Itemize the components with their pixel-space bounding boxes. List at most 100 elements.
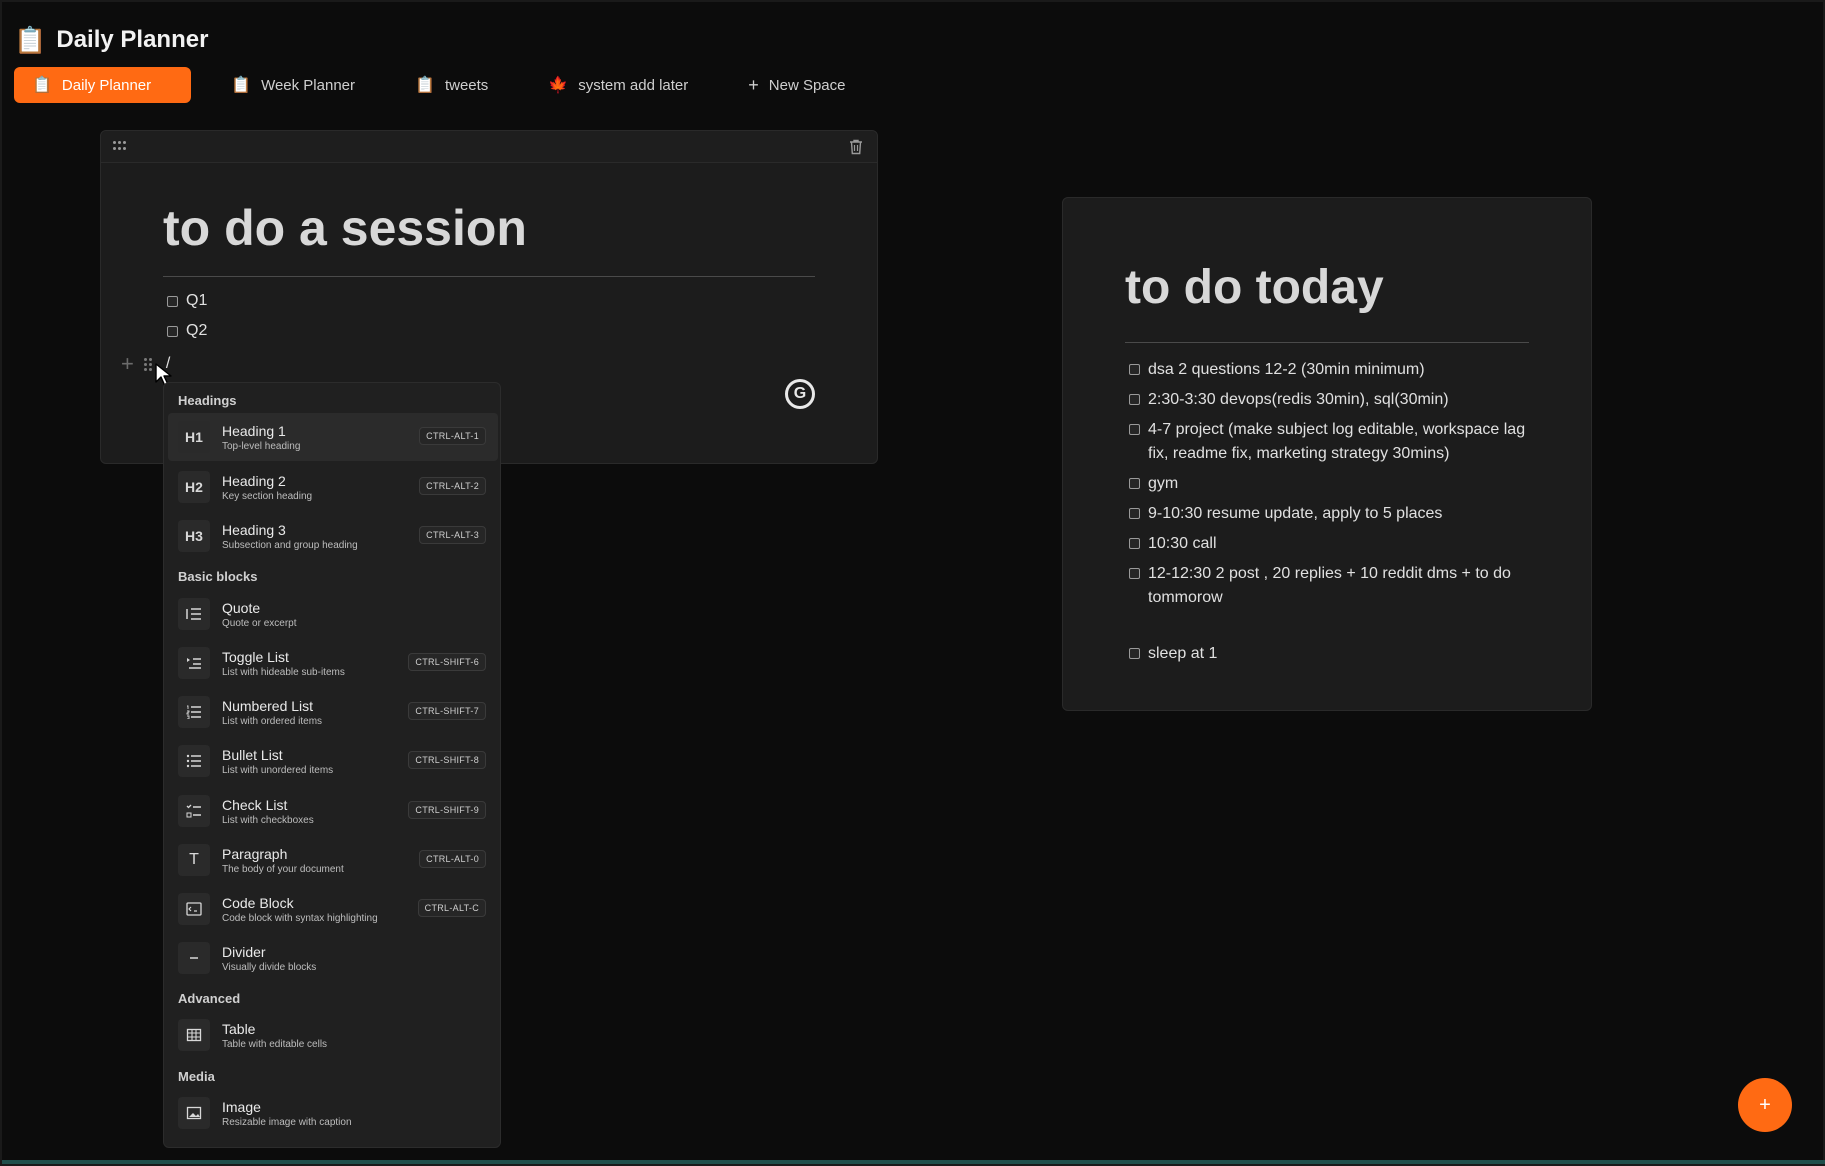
menu-item-name: Heading 3 <box>222 521 286 538</box>
tab-label: system add later <box>578 76 689 94</box>
menu-item-paragraph[interactable]: T Paragraph The body of your document CTR… <box>168 836 498 884</box>
checklist-item[interactable]: Q1 <box>167 292 207 310</box>
block-drag-icon[interactable] <box>143 357 152 371</box>
checklist-item[interactable]: dsa 2 questions 12-2 (30min minimum) <box>1129 358 1529 382</box>
new-space-button[interactable]: + New Space <box>728 67 865 103</box>
menu-item-bullet-list[interactable]: Bullet List List with unordered items CTR… <box>168 737 498 785</box>
today-card: to do today dsa 2 questions 12-2 (30min … <box>1062 197 1592 711</box>
page-title: Daily Planner <box>56 26 209 53</box>
menu-item-heading-2[interactable]: H2 Heading 2 Key section heading CTRL-ALT… <box>168 463 498 511</box>
menu-item-desc: Quote or excerpt <box>222 617 297 629</box>
paragraph-icon: T <box>178 844 210 876</box>
menu-item-desc: Key section heading <box>222 490 313 502</box>
tab-label: Daily Planner <box>61 76 152 94</box>
menu-item-numbered-list[interactable]: Numbered List List with ordered items CTR… <box>168 688 498 736</box>
add-widget-button[interactable]: + <box>1738 1078 1792 1132</box>
menu-section-title: Advanced <box>178 991 241 1006</box>
menu-item-check-list[interactable]: Check List List with checkboxes CTRL-SHIF… <box>168 787 498 835</box>
clipboard-icon: 📋 <box>415 77 435 94</box>
checkbox[interactable] <box>1129 648 1140 659</box>
menu-item-table[interactable]: Table Table with editable cells <box>168 1011 498 1059</box>
checklist-item-text: Q1 <box>186 292 208 309</box>
add-block-icon[interactable]: + <box>121 353 134 375</box>
checklist-item-text: 4-7 project (make subject log editable, … <box>1148 421 1526 462</box>
checkbox[interactable] <box>1129 394 1140 405</box>
menu-item-heading-3[interactable]: H3 Heading 3 Subsection and group heading… <box>168 512 498 560</box>
shortcut-badge: CTRL-ALT-3 <box>419 526 486 544</box>
checklist-item-text: 2:30-3:30 devops(redis 30min), sql(30min… <box>1148 391 1449 408</box>
checklist-item[interactable]: 12-12:30 2 post , 20 replies + 10 reddit… <box>1129 562 1529 610</box>
checkbox[interactable] <box>167 325 178 337</box>
menu-item-image[interactable]: Image Resizable image with caption <box>168 1089 498 1137</box>
tab-label: Week Planner <box>261 76 356 94</box>
shortcut-badge: CTRL-ALT-2 <box>419 477 486 495</box>
drag-handle-icon[interactable] <box>113 141 127 151</box>
clipboard-icon: 📋 <box>14 25 47 55</box>
menu-item-desc: Subsection and group heading <box>222 539 358 551</box>
space-tabs: 📋 Daily Planner 📋 Week Planner 📋 tweets … <box>14 67 886 103</box>
card-toolbar <box>101 131 877 163</box>
menu-item-divider[interactable]: Divider Visually divide blocks <box>168 934 498 982</box>
tab-label: tweets <box>444 76 489 94</box>
app-window: 📋 Daily Planner 📋 Daily Planner 📋 Week P… <box>0 0 1825 1166</box>
code-icon <box>178 893 210 925</box>
check-list-icon <box>178 795 210 827</box>
menu-item-desc: The body of your document <box>222 863 344 875</box>
grammarly-icon[interactable]: G <box>785 379 815 409</box>
menu-item-name: Toggle List <box>222 648 289 665</box>
quote-icon <box>178 598 210 630</box>
menu-item-code-block[interactable]: Code Block Code block with syntax highlig… <box>168 885 498 933</box>
menu-item-name: Paragraph <box>222 845 288 862</box>
menu-item-name: Divider <box>222 943 266 960</box>
menu-item-heading-1[interactable]: H1 Heading 1 Top-level heading CTRL-ALT-1 <box>168 413 498 461</box>
menu-section-title: Basic blocks <box>178 569 258 584</box>
shortcut-badge: CTRL-ALT-0 <box>419 850 486 868</box>
menu-item-desc: Top-level heading <box>222 440 301 452</box>
checkbox[interactable] <box>1129 364 1140 375</box>
menu-section-title: Media <box>178 1069 215 1084</box>
checkbox[interactable] <box>1129 538 1140 549</box>
tab-tweets[interactable]: 📋 tweets <box>395 67 508 103</box>
numbered-list-icon <box>178 696 210 728</box>
menu-item-name: Table <box>222 1020 256 1037</box>
tab-label: New Space <box>768 76 846 94</box>
menu-item-desc: List with hideable sub-items <box>222 666 345 678</box>
menu-item-name: Check List <box>222 796 288 813</box>
menu-item-quote[interactable]: Quote Quote or excerpt <box>168 590 498 638</box>
checklist-item[interactable]: sleep at 1 <box>1129 642 1529 666</box>
checkbox[interactable] <box>167 295 178 307</box>
bottom-border <box>2 1160 1825 1164</box>
checkbox[interactable] <box>1129 478 1140 489</box>
checkbox[interactable] <box>1129 568 1140 579</box>
checklist-item[interactable]: gym <box>1129 472 1529 496</box>
card-title[interactable]: to do a session <box>163 199 527 257</box>
divider <box>1125 342 1529 343</box>
bullet-list-icon <box>178 745 210 777</box>
checklist-item[interactable]: Q2 <box>167 322 207 340</box>
menu-item-desc: Table with editable cells <box>222 1038 328 1050</box>
divider <box>163 276 815 277</box>
trash-icon[interactable] <box>849 139 863 155</box>
checklist-item[interactable]: 4-7 project (make subject log editable, … <box>1129 418 1529 466</box>
tab-week-planner[interactable]: 📋 Week Planner <box>211 67 375 103</box>
checklist-item-text: dsa 2 questions 12-2 (30min minimum) <box>1148 361 1425 378</box>
menu-item-toggle-list[interactable]: Toggle List List with hideable sub-items … <box>168 639 498 687</box>
checkbox[interactable] <box>1129 508 1140 519</box>
heading-1-icon: H1 <box>178 421 210 453</box>
checklist-item-text: sleep at 1 <box>1148 645 1218 662</box>
checklist-item[interactable]: 9-10:30 resume update, apply to 5 places <box>1129 502 1529 526</box>
menu-item-name: Numbered List <box>222 697 314 714</box>
menu-item-desc: Code block with syntax highlighting <box>222 912 378 924</box>
checklist-item[interactable]: 10:30 call <box>1129 532 1529 556</box>
tab-system-add-later[interactable]: 🍁 system add later <box>528 67 708 103</box>
divider-icon <box>178 942 210 974</box>
table-icon <box>178 1019 210 1051</box>
menu-item-name: Quote <box>222 599 261 616</box>
card-title[interactable]: to do today <box>1125 260 1384 315</box>
checkbox[interactable] <box>1129 424 1140 435</box>
checklist-item[interactable]: 2:30-3:30 devops(redis 30min), sql(30min… <box>1129 388 1529 412</box>
checklist-item-text: 9-10:30 resume update, apply to 5 places <box>1148 505 1443 522</box>
tab-daily-planner[interactable]: 📋 Daily Planner <box>14 67 192 103</box>
shortcut-badge: CTRL-SHIFT-9 <box>408 801 486 819</box>
checklist-item-text: Q2 <box>186 322 208 339</box>
